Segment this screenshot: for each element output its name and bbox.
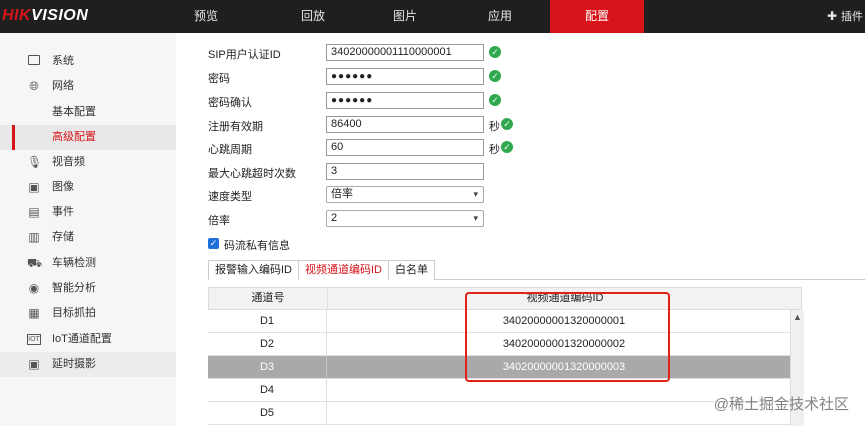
sidebar-item-target-capture[interactable]: ▦ 目标抓拍	[0, 301, 176, 326]
nav-tab-playback[interactable]: 回放	[283, 0, 343, 33]
tab-alarm-input-id[interactable]: 报警输入编码ID	[208, 260, 299, 280]
password-input[interactable]: ●●●●●●	[326, 68, 484, 85]
capture-icon: ▦	[28, 306, 40, 320]
rate-select[interactable]: 2 ▾	[326, 210, 484, 227]
top-nav-bar: HIKVISION 预览 回放 图片 应用 配置 ✚ 插件	[0, 0, 865, 33]
storage-icon: ▥	[28, 230, 40, 244]
nav-tab-application[interactable]: 应用	[470, 0, 530, 33]
heartbeat-input[interactable]: 60	[326, 139, 484, 156]
sidebar-item-basic-config[interactable]: 基本配置	[0, 100, 176, 125]
sidebar-item-vehicle-detection[interactable]: ⛟ 车辆检测	[0, 251, 176, 276]
table-row-selected[interactable]: D3 34020000001320000003	[208, 356, 802, 379]
sidebar-item-image[interactable]: ▣ 图像	[0, 175, 176, 200]
check-icon: ✓	[489, 70, 501, 82]
scroll-up-icon[interactable]: ▲	[793, 312, 802, 322]
sidebar-item-network[interactable]: 🌐︎ 网络	[0, 74, 176, 99]
reg-validity-input[interactable]: 86400	[326, 116, 484, 133]
sidebar-item-iot-channel[interactable]: IOT IoT通道配置	[0, 327, 176, 352]
watermark: @稀土掘金技术社区	[713, 396, 849, 413]
check-icon: ✓	[501, 118, 513, 130]
smart-icon: ◉	[28, 281, 40, 295]
globe-icon: 🌐︎	[29, 79, 39, 93]
plugin-button[interactable]: ✚ 插件	[827, 0, 863, 33]
sip-user-id-input[interactable]: 34020000001110000001	[326, 44, 484, 61]
calendar-icon: ▤	[28, 205, 40, 219]
timelapse-icon: ▣	[28, 357, 40, 371]
chevron-down-icon: ▾	[473, 189, 478, 199]
sidebar-item-system[interactable]: 系统	[0, 49, 176, 74]
check-icon: ✓	[489, 46, 501, 58]
sidebar-item-video-audio[interactable]: 🎙︎ 视音频	[0, 150, 176, 175]
table-row[interactable]: D1 34020000001320000001	[208, 310, 802, 333]
check-icon: ✓	[489, 94, 501, 106]
sidebar-item-timelapse[interactable]: ▣ 延时摄影	[0, 352, 176, 377]
main-content: SIP用户认证ID 34020000001110000001 ✓ 密码 ●●●●…	[176, 33, 865, 426]
nav-tab-preview[interactable]: 预览	[176, 0, 236, 33]
iot-icon: IOT	[27, 334, 41, 345]
sidebar-item-smart-analysis[interactable]: ◉ 智能分析	[0, 276, 176, 301]
password-confirm-input[interactable]: ●●●●●●	[326, 92, 484, 109]
microphone-icon: 🎙︎	[27, 155, 43, 169]
sidebar: 系统 🌐︎ 网络 基本配置 高级配置 🎙︎ 视音频 ▣ 图像 ▤ 事件 ▥ 存储…	[0, 33, 176, 426]
nav-tab-configuration[interactable]: 配置	[550, 0, 644, 33]
nav-tab-picture[interactable]: 图片	[375, 0, 435, 33]
sidebar-item-storage[interactable]: ▥ 存储	[0, 225, 176, 250]
sidebar-item-event[interactable]: ▤ 事件	[0, 200, 176, 225]
table-row[interactable]: D2 34020000001320000002	[208, 333, 802, 356]
tab-whitelist[interactable]: 白名单	[388, 260, 435, 280]
private-info-checkbox[interactable]: ✓	[208, 238, 219, 249]
monitor-icon	[27, 54, 41, 68]
speed-type-select[interactable]: 倍率 ▾	[326, 186, 484, 203]
check-icon: ✓	[501, 141, 513, 153]
tab-video-channel-id[interactable]: 视频通道编码ID	[298, 260, 389, 280]
puzzle-icon: ✚	[826, 9, 837, 23]
max-timeout-input[interactable]: 3	[326, 163, 484, 180]
image-icon: ▣	[28, 180, 40, 194]
hikvision-logo: HIKVISION	[2, 7, 89, 24]
code-tabs: 报警输入编码ID 视频通道编码ID 白名单	[208, 258, 865, 280]
chevron-down-icon: ▾	[473, 213, 478, 223]
table-header: 通道号 视频通道编码ID	[208, 287, 802, 310]
car-icon: ⛟	[27, 256, 43, 270]
sidebar-item-advanced-config[interactable]: 高级配置	[0, 125, 176, 150]
